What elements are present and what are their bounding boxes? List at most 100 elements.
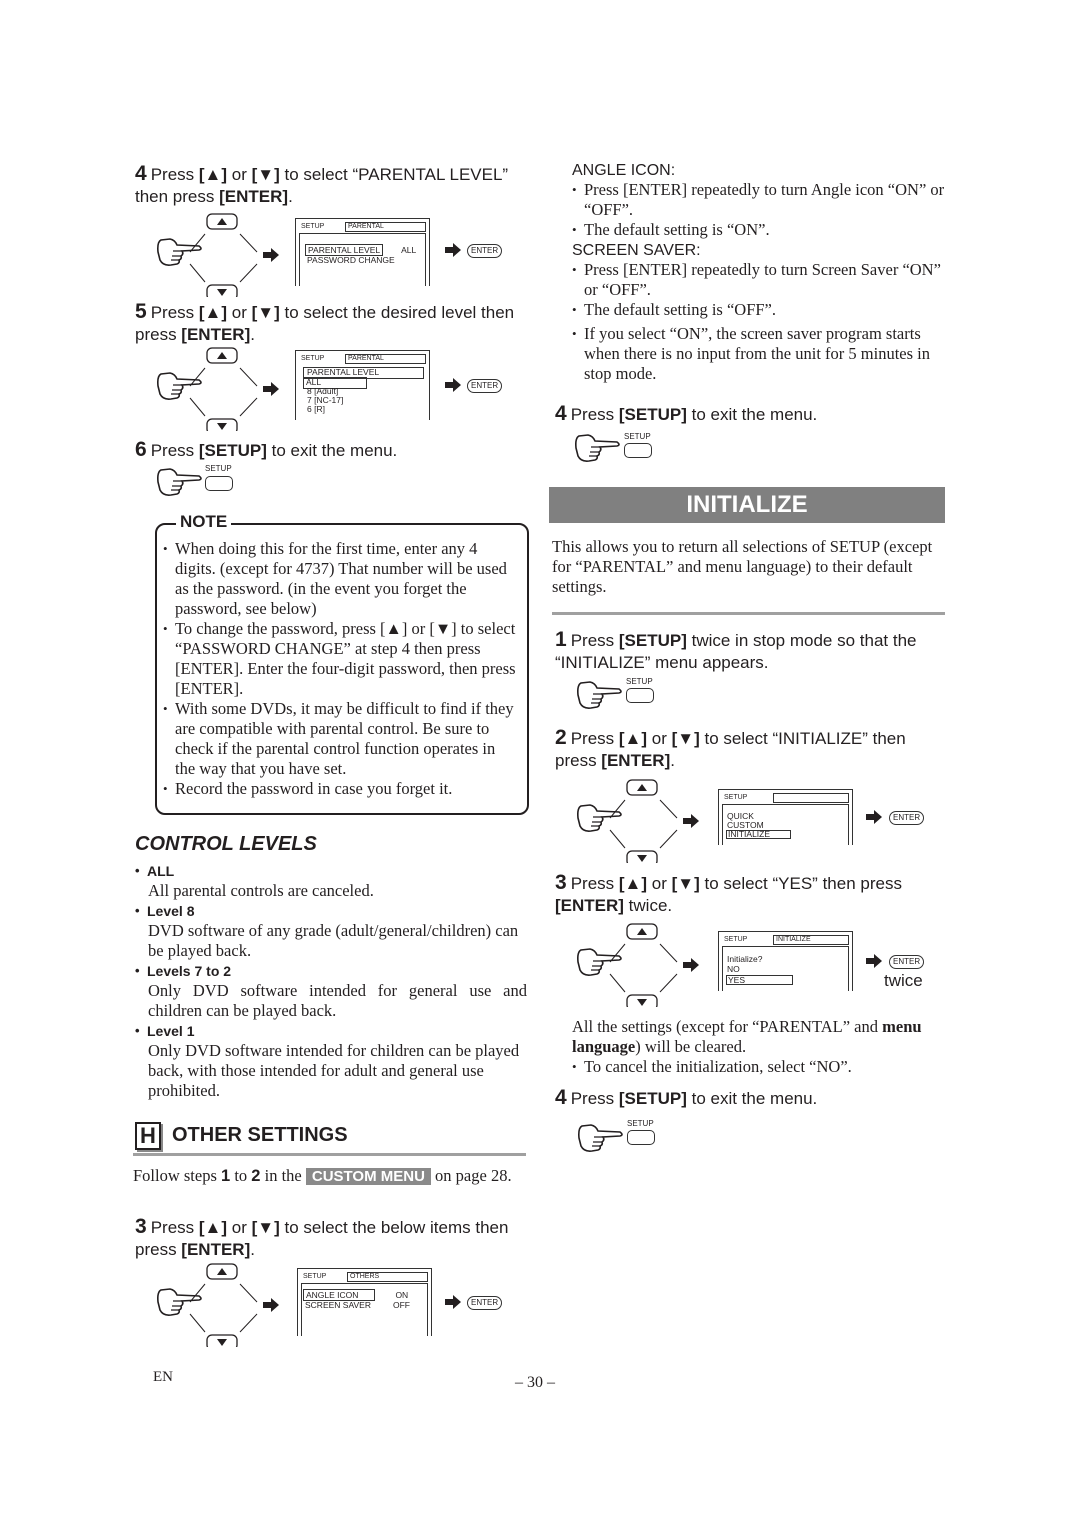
step-3-select-yes: 3 Press [▲] or [▼] to select “YES” then p…: [555, 872, 950, 917]
text: ) will be cleared.: [635, 1037, 747, 1056]
step-text: Press: [570, 874, 619, 893]
step-text: to exit the menu.: [266, 441, 398, 460]
step-2-select-initialize: 2 Press [▲] or [▼] to select “INITIALIZE”…: [555, 727, 950, 772]
step-text: .: [670, 751, 675, 770]
level-label: Level 8: [135, 901, 527, 921]
osd-setup-menu: SETUP QUICK CUSTOM INITIALIZE: [718, 789, 853, 845]
step-text: or: [227, 165, 252, 184]
language-code: EN: [153, 1369, 173, 1385]
up-key-label: [▲]: [198, 1218, 228, 1237]
osd-parental-menu: SETUP PARENTAL PARENTAL LEVEL ALL PASSWOR…: [295, 218, 430, 286]
setup-button-icon: [205, 476, 233, 491]
osd-tab: PARENTAL: [345, 354, 426, 364]
osd-parental-level-list: SETUP PARENTAL PARENTAL LEVEL ALL 8 [Adu…: [295, 350, 430, 420]
remote-dpad-diagram: [157, 1263, 279, 1347]
remote-dpad-diagram: [157, 347, 279, 431]
step-text: Press: [570, 1089, 619, 1108]
down-key-label: [▼]: [251, 303, 280, 322]
page-number: – 30 –: [515, 1374, 555, 1391]
step-text: Press: [150, 165, 199, 184]
step-text: to select “YES” then press: [699, 874, 902, 893]
step-text: Press: [150, 1218, 199, 1237]
arrow-right-icon: [683, 958, 699, 972]
step-number: 5: [135, 300, 147, 323]
screen-saver-item: If you select “ON”, the screen saver pro…: [572, 324, 952, 384]
screen-saver-item: The default setting is “OFF”.: [572, 300, 952, 320]
osd-header: SETUP: [303, 1273, 327, 1280]
enter-key-label: [ENTER]: [601, 751, 671, 770]
osd-initialize-confirm: SETUP INITIALIZE Initialize? NO YES: [718, 931, 853, 991]
enter-button-icon: ENTER: [889, 811, 925, 825]
initialize-result-text: All the settings (except for “PARENTAL” …: [572, 1017, 952, 1077]
enter-key-label: [ENTER]: [181, 1240, 251, 1259]
osd-item-value: ALL: [401, 245, 417, 255]
arrow-right-icon: [445, 1295, 461, 1309]
control-levels-list: ALL All parental controls are canceled. …: [135, 861, 527, 1101]
enter-button-icon: ENTER: [889, 955, 925, 969]
hand-pointer-icon: [576, 804, 622, 832]
setup-button-icon: [624, 443, 652, 458]
arrow-right-icon: [263, 248, 279, 262]
setup-key-label: [SETUP]: [618, 1089, 687, 1108]
enter-button-icon: ENTER: [467, 379, 503, 393]
step-number: 3: [135, 1215, 147, 1238]
remote-dpad-diagram: [157, 213, 279, 297]
osd-tab: [773, 793, 849, 803]
down-key-label: [▼]: [671, 729, 700, 748]
setup-button-label: SETUP: [627, 1119, 654, 1128]
up-key-label: [▲]: [198, 303, 228, 322]
osd-header: SETUP: [724, 936, 748, 943]
note-item: When doing this for the first time, ente…: [163, 539, 519, 619]
note-title: NOTE: [176, 512, 232, 532]
remote-dpad-diagram: [576, 779, 699, 863]
step-text: Press: [150, 441, 199, 460]
note-item: To change the password, press [▲] or [▼]…: [163, 619, 519, 699]
step-4-select-parental-level: 4 Press [▲] or [▼] to select “PARENTAL LE…: [135, 163, 525, 208]
step-5-select-level: 5 Press [▲] or [▼] to select the desired …: [135, 301, 525, 346]
angle-icon-section: ANGLE ICON: Press [ENTER] repeatedly to …: [572, 162, 952, 384]
arrow-right-icon: [263, 1298, 279, 1312]
initialize-heading: INITIALIZE: [549, 487, 945, 523]
step-number: 2: [555, 726, 567, 749]
screen-saver-heading: SCREEN SAVER:: [572, 242, 701, 259]
osd-header: SETUP: [301, 355, 325, 362]
step-text: Press: [570, 631, 619, 650]
step-text: to exit the menu.: [686, 405, 818, 424]
step-4-exit-menu: 4 Press [SETUP] to exit the menu.: [555, 403, 945, 426]
hand-pointer-icon: [574, 434, 620, 462]
note-item: Record the password in case you forget i…: [163, 779, 519, 799]
other-settings-heading: OTHER SETTINGS: [172, 1124, 348, 1146]
enter-key-label: [ENTER]: [555, 896, 624, 915]
step-1-press-setup: 1 Press [SETUP] twice in stop mode so tha…: [555, 629, 950, 674]
level-description: All parental controls are canceled.: [148, 881, 374, 900]
hand-pointer-icon: [157, 372, 202, 400]
osd-item-password-change: PASSWORD CHANGE: [307, 255, 395, 265]
down-key-label: [▼]: [251, 165, 280, 184]
arrow-right-icon: [445, 378, 461, 392]
step-text: Press: [570, 729, 619, 748]
hand-pointer-icon: [576, 948, 622, 976]
level-description: DVD software of any grade (adult/general…: [148, 921, 519, 960]
arrow-right-icon: [866, 954, 882, 968]
arrow-right-icon: [683, 814, 699, 828]
setup-button-icon: [627, 1130, 655, 1145]
enter-key-label: [ENTER]: [219, 187, 289, 206]
enter-button-icon: ENTER: [467, 1296, 503, 1310]
hand-pointer-icon: [157, 468, 202, 496]
screen-saver-item: Press [ENTER] repeatedly to turn Screen …: [572, 260, 952, 300]
arrow-right-icon: [263, 382, 279, 396]
hand-pointer-icon: [157, 1288, 202, 1316]
step-text: .: [250, 325, 255, 344]
step-ref: 1: [221, 1167, 231, 1185]
arrow-right-icon: [445, 243, 461, 257]
up-down-buttons-icon: [609, 923, 678, 1007]
setup-button-label: SETUP: [205, 464, 232, 473]
step-number: 4: [555, 402, 567, 425]
cancel-note: To cancel the initialization, select “NO…: [572, 1057, 952, 1077]
control-levels-heading: CONTROL LEVELS: [135, 833, 317, 855]
hand-pointer-icon: [576, 681, 622, 709]
setup-key-label: [SETUP]: [618, 405, 687, 424]
note-item: With some DVDs, it may be difficult to f…: [163, 699, 519, 779]
hand-pointer-icon: [157, 238, 202, 266]
arrow-right-icon: [866, 810, 882, 824]
